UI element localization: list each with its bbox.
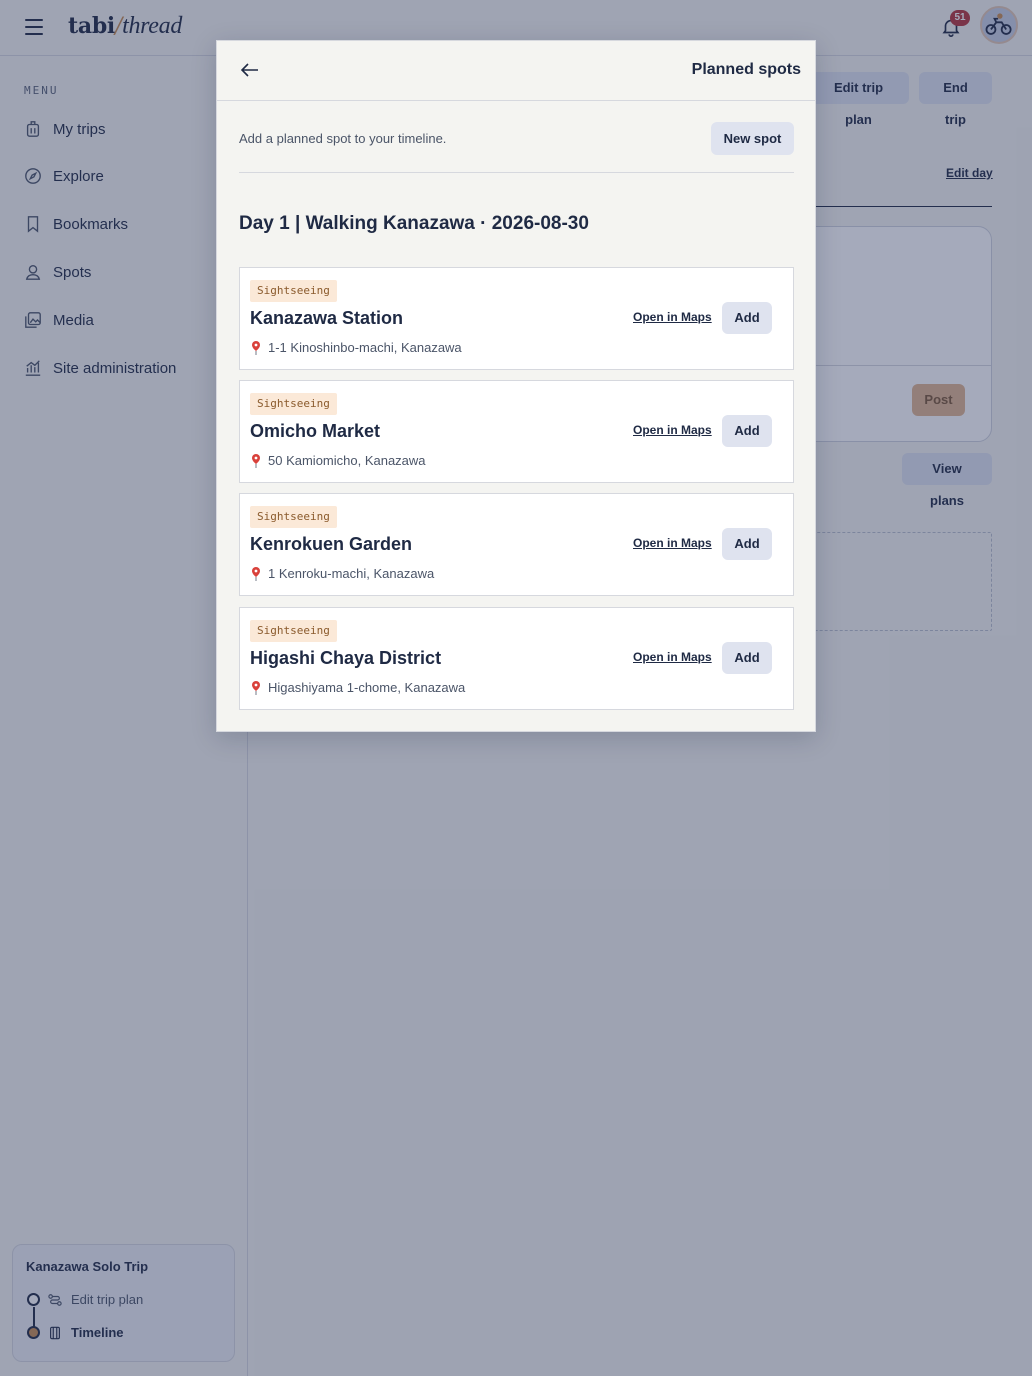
category-tag: Sightseeing [250, 506, 337, 528]
add-spot-button[interactable]: Add [722, 642, 772, 674]
modal-divider [239, 172, 794, 173]
spot-address-text: 1 Kenroku-machi, Kanazawa [268, 566, 435, 581]
spot-address: 1-1 Kinoshinbo-machi, Kanazawa [250, 340, 462, 355]
spot-card: Sightseeing Omicho Market 50 Kamiomicho,… [239, 380, 794, 483]
category-tag: Sightseeing [250, 393, 337, 415]
map-pin-icon [252, 340, 260, 355]
add-spot-button[interactable]: Add [722, 302, 772, 334]
spot-address: Higashiyama 1-chome, Kanazawa [250, 680, 465, 695]
add-spot-button[interactable]: Add [722, 415, 772, 447]
spot-address-text: 1-1 Kinoshinbo-machi, Kanazawa [268, 340, 462, 355]
open-in-maps-link[interactable]: Open in Maps [633, 310, 712, 324]
back-arrow-icon[interactable] [239, 59, 261, 81]
map-pin-icon [252, 453, 260, 468]
spot-name: Kenrokuen Garden [250, 534, 413, 554]
spot-address-text: 50 Kamiomicho, Kanazawa [268, 453, 426, 468]
spot-name: Higashi Chaya District [250, 648, 442, 668]
add-spot-button[interactable]: Add [722, 528, 772, 560]
modal-title: Planned spots [691, 61, 801, 78]
spot-card: Sightseeing Kanazawa Station 1-1 Kinoshi… [239, 267, 794, 370]
spot-address: 1 Kenroku-machi, Kanazawa [250, 566, 434, 581]
modal-hint: Add a planned spot to your timeline. [239, 131, 447, 146]
open-in-maps-link[interactable]: Open in Maps [633, 423, 712, 437]
open-in-maps-link[interactable]: Open in Maps [633, 536, 712, 550]
spot-card: Sightseeing Higashi Chaya District Higas… [239, 607, 794, 710]
spot-card: Sightseeing Kenrokuen Garden 1 Kenroku-m… [239, 493, 794, 596]
spot-name: Omicho Market [250, 421, 381, 441]
planned-spots-modal: Planned spots Add a planned spot to your… [216, 40, 816, 732]
new-spot-button[interactable]: New spot [711, 122, 794, 155]
map-pin-icon [252, 566, 260, 581]
spot-address: 50 Kamiomicho, Kanazawa [250, 453, 426, 468]
category-tag: Sightseeing [250, 620, 337, 642]
map-pin-icon [252, 680, 260, 695]
spot-address-text: Higashiyama 1-chome, Kanazawa [268, 680, 466, 695]
category-tag: Sightseeing [250, 280, 337, 302]
modal-header: Planned spots [217, 41, 815, 101]
day-title: Day 1 | Walking Kanazawa · 2026-08-30 [239, 213, 589, 234]
spot-name: Kanazawa Station [250, 308, 404, 328]
open-in-maps-link[interactable]: Open in Maps [633, 650, 712, 664]
